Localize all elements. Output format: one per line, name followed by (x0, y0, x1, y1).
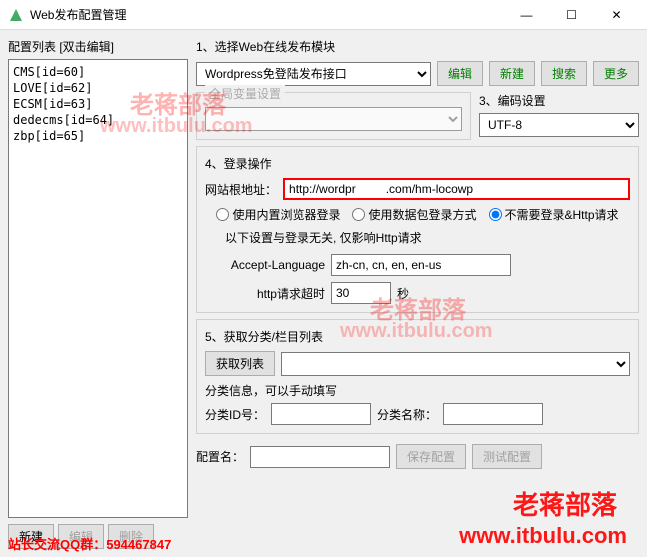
save-config-button[interactable]: 保存配置 (396, 444, 466, 469)
radio-no-login[interactable]: 不需要登录&Http请求 (489, 206, 619, 223)
category-id-label: 分类ID号： (205, 406, 265, 423)
config-name-label: 配置名： (196, 448, 244, 465)
config-name-input[interactable] (250, 446, 390, 468)
module-select[interactable]: Wordpress免登陆发布接口 (196, 62, 431, 86)
section5-title: 5、获取分类/栏目列表 (205, 328, 630, 345)
config-list[interactable]: CMS[id=60] LOVE[id=62] ECSM[id=63] dedec… (8, 59, 188, 518)
more-module-button[interactable]: 更多 (593, 61, 639, 86)
root-url-input[interactable] (283, 178, 630, 200)
footer-qq: 站长交流QQ群：594467847 (8, 534, 171, 553)
radio-browser-login[interactable]: 使用内置浏览器登录 (216, 206, 340, 223)
config-list-label: 配置列表 [双击编辑] (8, 38, 188, 55)
encoding-title: 3、编码设置 (479, 92, 639, 109)
accept-lang-label: Accept-Language (205, 258, 325, 272)
test-config-button[interactable]: 测试配置 (472, 444, 542, 469)
category-name-input[interactable] (443, 403, 543, 425)
http-note: 以下设置与登录无关, 仅影响Http请求 (225, 229, 630, 246)
root-url-label: 网站根地址： (205, 181, 277, 198)
new-module-button[interactable]: 新建 (489, 61, 535, 86)
edit-module-button[interactable]: 编辑 (437, 61, 483, 86)
maximize-button[interactable]: ☐ (549, 0, 594, 30)
section1-title: 1、选择Web在线发布模块 (196, 38, 639, 55)
close-button[interactable]: ✕ (594, 0, 639, 30)
list-item[interactable]: dedecms[id=64] (13, 112, 183, 128)
get-list-button[interactable]: 获取列表 (205, 351, 275, 376)
category-select[interactable] (281, 352, 630, 376)
accept-lang-input[interactable] (331, 254, 511, 276)
category-info-label: 分类信息，可以手动填写 (205, 382, 630, 399)
app-icon (8, 7, 24, 23)
global-var-select (205, 107, 462, 131)
section4-title: 4、登录操作 (205, 155, 630, 172)
timeout-input[interactable] (331, 282, 391, 304)
category-name-label: 分类名称： (377, 406, 437, 423)
window-title: Web发布配置管理 (30, 6, 504, 23)
list-item[interactable]: CMS[id=60] (13, 64, 183, 80)
list-item[interactable]: zbp[id=65] (13, 128, 183, 144)
encoding-select[interactable]: UTF-8 (479, 113, 639, 137)
global-var-title: 全局变量设置 (205, 85, 285, 102)
list-item[interactable]: LOVE[id=62] (13, 80, 183, 96)
list-item[interactable]: ECSM[id=63] (13, 96, 183, 112)
timeout-label: http请求超时 (205, 285, 325, 302)
category-id-input[interactable] (271, 403, 371, 425)
timeout-unit: 秒 (397, 285, 409, 302)
minimize-button[interactable]: — (504, 0, 549, 30)
radio-packet-login[interactable]: 使用数据包登录方式 (352, 206, 476, 223)
search-module-button[interactable]: 搜索 (541, 61, 587, 86)
